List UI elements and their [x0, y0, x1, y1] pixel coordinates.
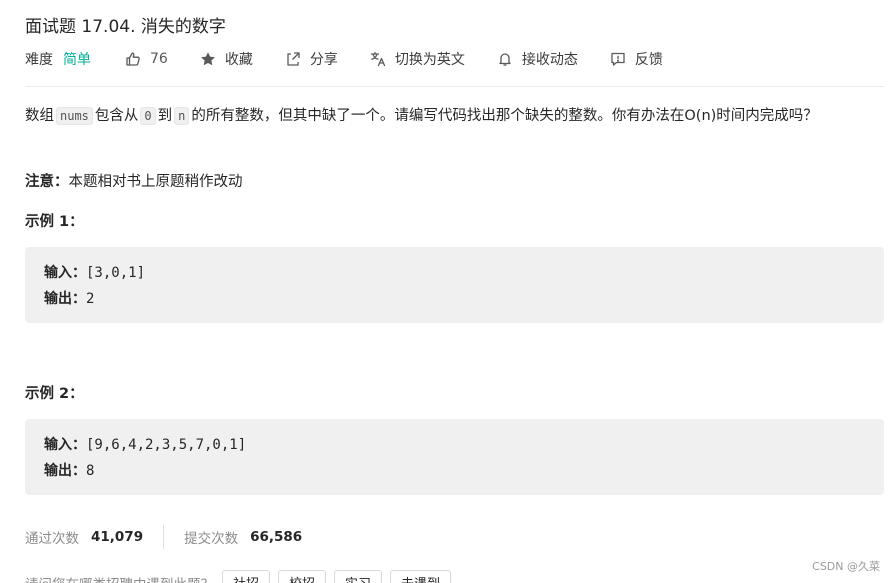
problem-description: 数组 nums 包含从 0 到 n 的所有整数，但其中缺了一个。请编写代码找出那个缺失的整数…: [25, 104, 875, 128]
note-text: 本题相对书上原题稍作改动: [68, 174, 243, 190]
submissions-count: 66,586: [250, 529, 303, 545]
bell-icon: [499, 53, 511, 66]
inline-code: 0: [140, 107, 156, 125]
feedback-label: 反馈: [634, 52, 663, 68]
inline-code: nums: [56, 107, 93, 125]
example-input-line: 输入： [3,0,1]: [44, 260, 865, 286]
share-button[interactable]: 分享: [285, 49, 338, 69]
feedback-icon: [611, 52, 625, 66]
problem-note: 注意：本题相对书上原题稍作改动: [25, 170, 243, 191]
desc-text: 数组: [25, 108, 54, 124]
example-output-line: 输出： 2: [44, 286, 865, 312]
thumbs-up-icon: [126, 52, 140, 66]
example-input-line: 输入： [9,6,4,2,3,5,7,0,1]: [44, 432, 865, 458]
example-2-block: 输入： [9,6,4,2,3,5,7,0,1] 输出： 8: [25, 419, 884, 495]
note-label: 注意：: [25, 174, 69, 190]
tag-not-encountered[interactable]: 未遇到: [390, 570, 452, 583]
problem-page: 面试题 17.04. 消失的数字 难度 简单 76 收藏 分享 切换为英文 接收…: [0, 0, 894, 583]
subscribe-button[interactable]: 接收动态: [497, 49, 578, 69]
tag-campus-recruit[interactable]: 校招: [278, 570, 327, 583]
submissions-label: 提交次数: [184, 531, 239, 547]
example-1-title: 示例 1：: [25, 214, 84, 230]
accepted-label: 通过次数: [25, 531, 79, 547]
tag-social-recruit[interactable]: 社招: [222, 570, 271, 583]
problem-meta-bar: 难度 简单 76 收藏 分享 切换为英文 接收动态 反馈: [25, 48, 663, 70]
input-value: [9,6,4,2,3,5,7,0,1]: [86, 437, 247, 453]
inline-code: n: [174, 107, 190, 125]
interview-question-text: 请问您在哪类招聘中遇到此题？: [25, 573, 214, 583]
accepted-count: 41,079: [91, 529, 144, 545]
output-label: 输出：: [44, 463, 86, 479]
feedback-button[interactable]: 反馈: [610, 49, 663, 69]
example-output-line: 输出： 8: [44, 458, 865, 484]
translate-label: 切换为英文: [394, 52, 465, 68]
translate-button[interactable]: 切换为英文: [370, 49, 465, 69]
like-button[interactable]: 76: [125, 51, 168, 67]
problem-title: 面试题 17.04. 消失的数字: [25, 17, 226, 37]
example-1-block: 输入： [3,0,1] 输出： 2: [25, 247, 884, 323]
input-label: 输入：: [44, 265, 86, 281]
like-count: 76: [150, 51, 168, 67]
star-icon: [200, 52, 215, 66]
csdn-watermark: CSDN @久菜: [812, 560, 880, 573]
example-2-title: 示例 2：: [25, 386, 84, 402]
input-value: [3,0,1]: [86, 265, 146, 281]
subscribe-label: 接收动态: [521, 52, 578, 68]
header-divider: [25, 86, 884, 87]
submission-stats: 通过次数 41,079 提交次数 66,586: [25, 524, 302, 550]
favorite-button[interactable]: 收藏: [200, 49, 253, 69]
input-label: 输入：: [44, 437, 86, 453]
desc-text: 包含从: [94, 108, 139, 124]
translate-icon: [370, 51, 385, 67]
output-value: 8: [86, 463, 95, 479]
favorite-label: 收藏: [224, 52, 253, 68]
difficulty-badge: 简单: [63, 52, 91, 68]
stats-divider: [163, 525, 165, 549]
share-icon: [287, 52, 300, 66]
desc-text: 的所有整数，但其中缺了一个。请编写代码找出那个缺失的整数。你有办法在O(n)时间…: [191, 108, 818, 124]
share-label: 分享: [309, 52, 338, 68]
desc-text: 到: [157, 108, 173, 124]
tag-internship[interactable]: 实习: [334, 570, 383, 583]
difficulty-label: 难度: [25, 52, 53, 68]
interview-source-question: 请问您在哪类招聘中遇到此题？ 社招 校招 实习 未遇到: [25, 570, 452, 583]
output-label: 输出：: [44, 291, 86, 307]
output-value: 2: [86, 291, 95, 307]
